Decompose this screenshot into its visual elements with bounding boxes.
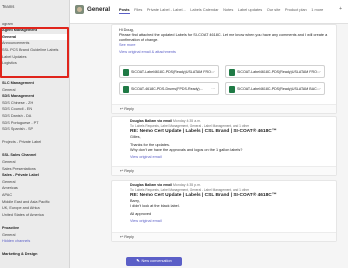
more-options-icon[interactable]: ⋯: [317, 66, 321, 77]
attachment-name: SICOAT-4618C-PDS-Drums(FPDS-Ready)...: [131, 87, 203, 91]
sidebar-item[interactable]: Proactive: [0, 225, 69, 232]
more-options-icon[interactable]: ⋯: [211, 83, 215, 94]
reply-button[interactable]: ↩ Reply: [112, 232, 336, 241]
sidebar-item[interactable]: SDS Chinese - ZH: [0, 100, 69, 107]
compose-icon: ✎: [136, 259, 140, 263]
add-tab-icon[interactable]: +: [339, 6, 342, 12]
channel-title: General: [87, 5, 111, 13]
post-text: Please find attached the updated Labels …: [119, 33, 328, 42]
post-text: Hi Doug,: [119, 28, 134, 32]
more-options-icon[interactable]: ⋯: [211, 66, 215, 77]
sidebar-item[interactable]: [0, 133, 69, 140]
attachment-name: SICOAT-Label4618C-PDS(Ready)USLATAM FRO.…: [131, 70, 214, 74]
tab-files[interactable]: Files: [134, 7, 142, 14]
post-meta: Douglas Ballam via email Monday 4:35 a.m…: [130, 119, 201, 123]
see-more-link[interactable]: See more: [112, 43, 336, 48]
post-text: All approved: [130, 212, 152, 216]
sidebar-item[interactable]: General: [0, 232, 69, 239]
attachment-name: SICOAT-Label4618C-PDS(Ready)USLATAM BAC.…: [237, 87, 320, 91]
sidebar-item[interactable]: [0, 14, 69, 21]
pdf-file-icon: [229, 86, 235, 93]
sidebar-item[interactable]: SLC Management: [0, 80, 69, 87]
post-text: Why don't we have the approvals and logo…: [130, 148, 243, 152]
timestamp: Monday 4:35 a.m.: [173, 119, 202, 123]
red-highlight-box: [0, 27, 69, 78]
sidebar-item[interactable]: SDS Danish - DA: [0, 113, 69, 120]
recipients: To: Labels Requests, Label Management, G…: [130, 188, 250, 192]
sidebar-item[interactable]: Sales - Private Label: [0, 172, 69, 179]
pdf-file-icon: [123, 86, 129, 93]
attachment-card[interactable]: SICOAT-4618C-PDS-Drums(FPDS-Ready)... ⋯: [119, 82, 219, 95]
sidebar-item[interactable]: [0, 245, 69, 252]
post-text: Gilles,: [130, 135, 141, 139]
more-options-icon[interactable]: ⋯: [317, 83, 321, 94]
channel-header: General Posts Files Private Label - Labe…: [70, 0, 348, 24]
sidebar-item[interactable]: APAC: [0, 192, 69, 199]
sidebar-item[interactable]: [0, 218, 69, 225]
tab-label-updates[interactable]: Label updates: [238, 7, 262, 14]
sidebar-item[interactable]: SDS Council - EN: [0, 106, 69, 113]
author-name: Douglas Ballam via email: [130, 119, 173, 123]
sidebar-item[interactable]: SDS Portuguese - PT: [0, 120, 69, 127]
new-conversation-button[interactable]: ✎ New conversation: [126, 257, 182, 266]
pdf-file-icon: [229, 69, 235, 76]
attachment-card[interactable]: SICOAT-Label4618C-PDS(Ready)USLATAM BAC.…: [225, 82, 325, 95]
post-text: I didn't look at the black label.: [130, 204, 180, 208]
channel-sidebar: Teams ogram Agent Management General Announ…: [0, 0, 70, 268]
reply-button[interactable]: ↩ Reply: [112, 104, 336, 113]
message-post: Douglas Ballam via email Monday 4:35 a.m…: [111, 116, 337, 176]
sidebar-item[interactable]: SSL Sales Channel: [0, 152, 69, 159]
attachment-name: SICOAT-Label4618C-PDS(Ready)USLATAM FRO.…: [237, 70, 320, 74]
sidebar-item[interactable]: General: [0, 159, 69, 166]
sidebar-item[interactable]: United States of America: [0, 212, 69, 219]
channel-tabs: Posts Files Private Label - Label... Lab…: [119, 7, 323, 14]
sidebar-item[interactable]: UK, Europe and Africa: [0, 205, 69, 212]
timestamp: Monday 4:35 p.m.: [173, 183, 202, 187]
reply-button[interactable]: ↩ Reply: [112, 166, 336, 175]
conversation-thread: Hi Doug, Please find attached the update…: [70, 24, 348, 268]
team-logo-icon: [75, 5, 84, 14]
author-name: Douglas Ballam via email: [130, 183, 173, 187]
view-original-link[interactable]: View original email & attachments: [112, 50, 336, 55]
sidebar-item[interactable]: Middle East and Asia Pacific: [0, 199, 69, 206]
sidebar-item[interactable]: General: [0, 179, 69, 186]
sidebar-item[interactable]: General: [0, 87, 69, 94]
pdf-file-icon: [123, 69, 129, 76]
sidebar-item[interactable]: Hidden channels: [0, 238, 69, 245]
sidebar-item[interactable]: Projects - Private Label: [0, 139, 69, 146]
sidebar-header: Teams: [2, 4, 15, 9]
tab-posts[interactable]: Posts: [119, 7, 130, 14]
view-original-link[interactable]: View original email: [112, 155, 336, 160]
tab-labels-calendar[interactable]: Labels Calendar: [190, 7, 218, 14]
sidebar-item[interactable]: Americas: [0, 185, 69, 192]
tab-product-plan[interactable]: Product plan: [285, 7, 307, 14]
header-actions: +: [339, 6, 342, 12]
recipients: To: Labels Requests, Label Management, G…: [130, 124, 250, 128]
message-post: Hi Doug, Please find attached the update…: [111, 24, 337, 114]
sidebar-item[interactable]: SDS Management: [0, 93, 69, 100]
sidebar-item[interactable]: SDS Spanish - SP: [0, 126, 69, 133]
sidebar-item[interactable]: Sales Presentations: [0, 166, 69, 173]
tab-more[interactable]: 1 more: [311, 7, 323, 14]
sidebar-item[interactable]: [0, 146, 69, 153]
attachment-card[interactable]: SICOAT-Label4618C-PDS(Ready)USLATAM FRO.…: [119, 65, 219, 78]
tab-our-site[interactable]: Our site: [267, 7, 281, 14]
message-post: Douglas Ballam via email Monday 4:35 p.m…: [111, 180, 337, 242]
post-meta: Douglas Ballam via email Monday 4:35 p.m…: [130, 183, 201, 187]
sidebar-item[interactable]: Marketing & Design: [0, 251, 69, 258]
tab-notes[interactable]: Notes: [223, 7, 233, 14]
attachment-card[interactable]: SICOAT-Label4618C-PDS(Ready)USLATAM FRO.…: [225, 65, 325, 78]
tab-private-label[interactable]: Private Label - Label...: [147, 7, 186, 14]
view-original-link[interactable]: View original email: [112, 219, 336, 224]
